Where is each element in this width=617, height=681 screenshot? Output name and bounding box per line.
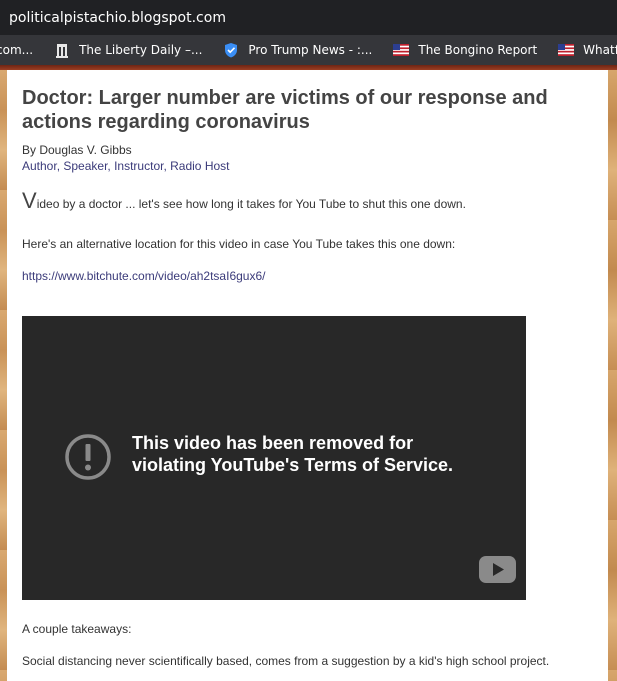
role-link-author[interactable]: Author: [22, 159, 57, 173]
takeaway-item: Social distancing never scientifically b…: [22, 654, 550, 668]
bookmark-liberty-daily[interactable]: The Liberty Daily –...: [54, 42, 202, 58]
bookmark-pro-trump-news[interactable]: Pro Trump News - :...: [223, 42, 372, 58]
role-link-radio-host[interactable]: Radio Host: [170, 159, 229, 173]
us-flag-icon: [558, 44, 575, 56]
intro-text: ideo by a doctor ... let's see how long …: [36, 197, 466, 211]
post-container: Doctor: Larger number are victims of our…: [7, 70, 608, 681]
bookmark-label: com...: [0, 43, 34, 57]
drop-cap: V: [22, 188, 37, 213]
bookmark-bongino-report[interactable]: The Bongino Report: [393, 42, 537, 58]
role-link-instructor[interactable]: Instructor: [114, 159, 163, 173]
bookmark-com[interactable]: com...: [0, 43, 33, 57]
page-background-left: [0, 70, 7, 681]
bookmarks-bar: com... The Liberty Daily –... Pro Trump …: [0, 35, 617, 65]
takeaways-heading: A couple takeaways:: [22, 622, 132, 636]
bitchute-link[interactable]: https://www.bitchute.com/video/ah2tsaI6g…: [22, 269, 265, 284]
bookmark-label: Whatfinger – Wh: [583, 43, 617, 57]
warning-icon: [65, 434, 111, 480]
bookmark-label: The Liberty Daily –...: [79, 43, 203, 57]
shield-check-icon: [225, 43, 238, 58]
bookmark-label: The Bongino Report: [418, 43, 538, 57]
alt-location-text: Here's an alternative location for this …: [22, 237, 456, 251]
role-link-speaker[interactable]: Speaker: [63, 159, 107, 173]
us-flag-icon: [393, 44, 410, 56]
post-byline: By Douglas V. Gibbs: [22, 143, 132, 157]
page-background-right: [608, 70, 617, 681]
bookmark-whatfinger[interactable]: Whatfinger – Wh: [558, 42, 617, 58]
video-removed-message: This video has been removed for violatin…: [132, 433, 454, 475]
author-roles: Author, Speaker, Instructor, Radio Host: [22, 159, 230, 173]
url-text[interactable]: politicalpistachio.blogspot.com: [9, 10, 226, 26]
post-intro: Video by a doctor ... let's see how long…: [22, 190, 466, 215]
post-title[interactable]: Doctor: Larger number are victims of our…: [22, 86, 582, 134]
youtube-logo-icon[interactable]: [479, 556, 516, 583]
video-embed[interactable]: This video has been removed for violatin…: [22, 316, 526, 600]
bookmark-label: Pro Trump News - :...: [248, 43, 373, 57]
address-bar[interactable]: politicalpistachio.blogspot.com: [0, 0, 617, 35]
liberty-bell-icon: [56, 44, 69, 58]
